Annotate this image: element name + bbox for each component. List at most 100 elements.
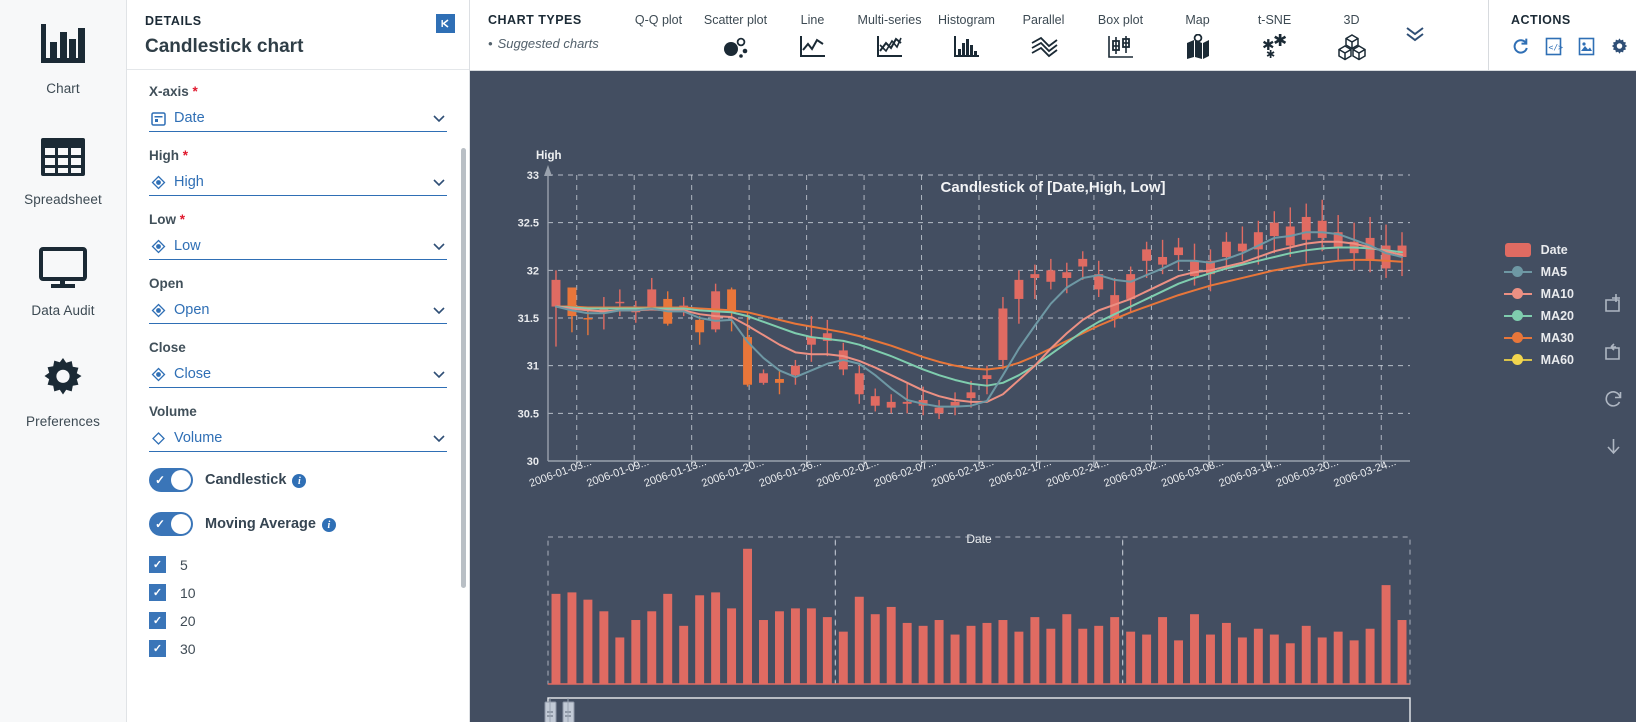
check-icon: ✓ xyxy=(155,517,166,531)
toggle-knob xyxy=(171,470,191,490)
x-axis-value: Date xyxy=(174,110,205,126)
chart-type-scatter-plot[interactable]: Scatter plot xyxy=(697,0,774,62)
chart-types-heading: CHART TYPES Suggested charts xyxy=(470,0,620,51)
volume-select[interactable]: Volume xyxy=(149,427,447,452)
chart-type-qq-plot-label: Q-Q plot xyxy=(634,13,683,27)
sidebar-item-preferences-label: Preferences xyxy=(26,414,100,429)
sidebar-item-chart[interactable]: Chart xyxy=(0,18,126,96)
svg-text:30: 30 xyxy=(527,456,539,468)
legend-label-ma5: MA5 xyxy=(1540,264,1568,279)
sidebar-item-preferences[interactable]: Preferences xyxy=(0,351,126,429)
close-select[interactable]: Close xyxy=(149,363,447,388)
chevron-down-icon xyxy=(431,110,447,126)
candlestick-plot[interactable]: 3030.53131.53232.5332006-01-03...2006-01… xyxy=(470,71,1636,722)
chart-type-tsne[interactable]: t-SNE ✱ ✱ ✱ xyxy=(1236,0,1313,62)
line-chart-icon xyxy=(799,32,827,62)
actions-title: ACTIONS xyxy=(1511,13,1571,27)
chart-type-map-label: Map xyxy=(1185,13,1210,27)
parallel-coordinates-icon xyxy=(1029,32,1059,62)
candlestick-toggle-label: Candlestick i xyxy=(205,472,307,489)
high-select[interactable]: High xyxy=(149,171,447,196)
zoom-area-icon[interactable] xyxy=(1603,293,1624,319)
legend-item-ma30[interactable]: MA30 xyxy=(1503,327,1574,348)
low-select[interactable]: Low xyxy=(149,235,447,260)
x-axis-select[interactable]: Date xyxy=(149,107,447,132)
histogram-icon xyxy=(953,32,981,62)
legend-label-date: Date xyxy=(1540,242,1568,257)
details-scrollbar[interactable] xyxy=(461,148,466,588)
field-high: High * High xyxy=(127,148,469,196)
details-body: X-axis * Date High * High Low * Low Open… xyxy=(127,70,469,722)
svg-text:30.5: 30.5 xyxy=(518,408,539,420)
legend-label-ma30: MA30 xyxy=(1540,330,1574,345)
ma-label-5: 5 xyxy=(180,556,188,573)
chart-type-line[interactable]: Line xyxy=(774,0,851,62)
ma-option-5: ✓ 5 xyxy=(127,556,469,573)
actions-icon-group: </> xyxy=(1511,37,1636,56)
reset-icon[interactable] xyxy=(1603,389,1624,415)
chart-types-toolbar: CHART TYPES Suggested charts Q-Q plot Sc… xyxy=(470,0,1636,71)
app-root: Chart Spreadsheet Data Audit Preferences… xyxy=(0,0,1636,722)
download-icon[interactable] xyxy=(1603,437,1624,463)
ma-option-30: ✓ 30 xyxy=(127,640,469,657)
info-icon[interactable]: i xyxy=(292,474,307,489)
chart-type-parallel[interactable]: Parallel xyxy=(1005,0,1082,62)
ma-checkbox-10[interactable]: ✓ xyxy=(149,584,166,601)
legend-item-date[interactable]: Date xyxy=(1504,239,1574,260)
ma-checkbox-5[interactable]: ✓ xyxy=(149,556,166,573)
image-export-icon[interactable] xyxy=(1577,37,1596,56)
chart-type-box-plot[interactable]: Box plot xyxy=(1082,0,1159,62)
chevron-down-icon xyxy=(431,366,447,382)
moving-average-toggle[interactable]: ✓ xyxy=(149,512,193,536)
svg-text:✱: ✱ xyxy=(1266,48,1275,60)
chart-type-parallel-label: Parallel xyxy=(1022,13,1065,27)
check-icon: ✓ xyxy=(152,559,163,571)
scatter-plot-icon xyxy=(721,32,751,62)
chevron-double-down-icon[interactable] xyxy=(1390,0,1440,42)
code-document-icon[interactable]: </> xyxy=(1544,37,1563,56)
page-title: Candlestick chart xyxy=(145,36,304,57)
field-volume-label: Volume xyxy=(149,404,197,419)
candlestick-toggle[interactable]: ✓ xyxy=(149,468,193,492)
details-kicker: DETAILS xyxy=(145,14,202,28)
ma-label-10: 10 xyxy=(180,584,196,601)
ma-label-20: 20 xyxy=(180,612,196,629)
svg-text:32.5: 32.5 xyxy=(518,218,539,230)
chart-type-qq-plot[interactable]: Q-Q plot xyxy=(620,0,697,62)
open-value: Open xyxy=(174,302,210,318)
toggle-knob xyxy=(171,514,191,534)
legend-item-ma20[interactable]: MA20 xyxy=(1503,305,1574,326)
diamond-icon xyxy=(149,431,168,446)
refresh-icon[interactable] xyxy=(1511,37,1530,56)
chart-type-3d[interactable]: 3D xyxy=(1313,0,1390,62)
bar-chart-icon xyxy=(34,18,92,74)
field-low-label: Low * xyxy=(149,212,186,227)
sidebar-item-spreadsheet[interactable]: Spreadsheet xyxy=(0,129,126,207)
chart-canvas[interactable]: Candlestick of [Date,High, Low] 30 30.5 31… xyxy=(470,71,1636,722)
open-select[interactable]: Open xyxy=(149,299,447,324)
sidebar-item-data-audit[interactable]: Data Audit xyxy=(0,240,126,318)
tsne-icon: ✱ ✱ ✱ xyxy=(1260,32,1290,62)
collapse-panel-icon[interactable] xyxy=(436,14,455,33)
ma-label-30: 30 xyxy=(180,640,196,657)
check-icon: ✓ xyxy=(155,473,166,487)
restore-zoom-icon[interactable] xyxy=(1603,341,1624,367)
ma-checkbox-30[interactable]: ✓ xyxy=(149,640,166,657)
field-high-label: High * xyxy=(149,148,189,163)
chart-type-multi-series[interactable]: Multi-series xyxy=(851,0,928,62)
legend-item-ma60[interactable]: MA60 xyxy=(1503,349,1574,370)
chart-type-line-label: Line xyxy=(800,13,825,27)
gear-icon[interactable] xyxy=(1610,37,1629,56)
chart-type-box-plot-label: Box plot xyxy=(1097,13,1144,27)
chart-type-histogram[interactable]: Histogram xyxy=(928,0,1005,62)
details-panel: DETAILS Candlestick chart X-axis * Date … xyxy=(127,0,470,722)
info-icon[interactable]: i xyxy=(321,518,336,533)
legend-swatch-ma5 xyxy=(1503,266,1532,277)
legend-item-ma10[interactable]: MA10 xyxy=(1503,283,1574,304)
field-x-axis: X-axis * Date xyxy=(127,84,469,132)
close-value: Close xyxy=(174,366,212,382)
legend-item-ma5[interactable]: MA5 xyxy=(1503,261,1574,282)
ma-checkbox-20[interactable]: ✓ xyxy=(149,612,166,629)
chart-type-map[interactable]: Map xyxy=(1159,0,1236,62)
low-value: Low xyxy=(174,238,201,254)
